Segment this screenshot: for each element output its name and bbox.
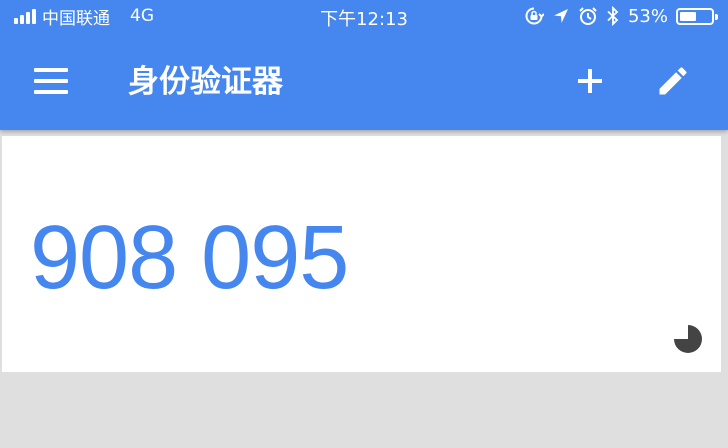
authenticator-screen: 中国联通 4G 下午12:13 53% 身份验证器 908 095 bbox=[0, 0, 728, 448]
account-card[interactable]: 908 095 bbox=[2, 136, 721, 372]
app-title: 身份验证器 bbox=[128, 64, 283, 100]
add-icon[interactable] bbox=[574, 65, 606, 97]
location-icon bbox=[553, 9, 568, 23]
edit-icon[interactable] bbox=[655, 63, 691, 99]
battery-fill bbox=[680, 11, 696, 21]
status-right: 53% bbox=[524, 5, 718, 27]
battery-percent: 53% bbox=[627, 5, 668, 27]
verification-code[interactable]: 908 095 bbox=[30, 208, 349, 308]
status-bar: 中国联通 4G 下午12:13 53% bbox=[0, 0, 728, 32]
menu-icon[interactable] bbox=[34, 68, 68, 94]
battery-nub bbox=[715, 13, 718, 20]
timer-pie-slice bbox=[674, 325, 702, 353]
bluetooth-icon bbox=[607, 6, 619, 26]
top-header: 中国联通 4G 下午12:13 53% 身份验证器 bbox=[0, 0, 728, 130]
alarm-icon bbox=[579, 7, 597, 25]
battery-icon bbox=[676, 7, 718, 25]
rotation-lock-icon bbox=[525, 7, 544, 25]
timer-pie-icon bbox=[674, 325, 702, 353]
app-bar: 身份验证器 bbox=[0, 32, 728, 130]
